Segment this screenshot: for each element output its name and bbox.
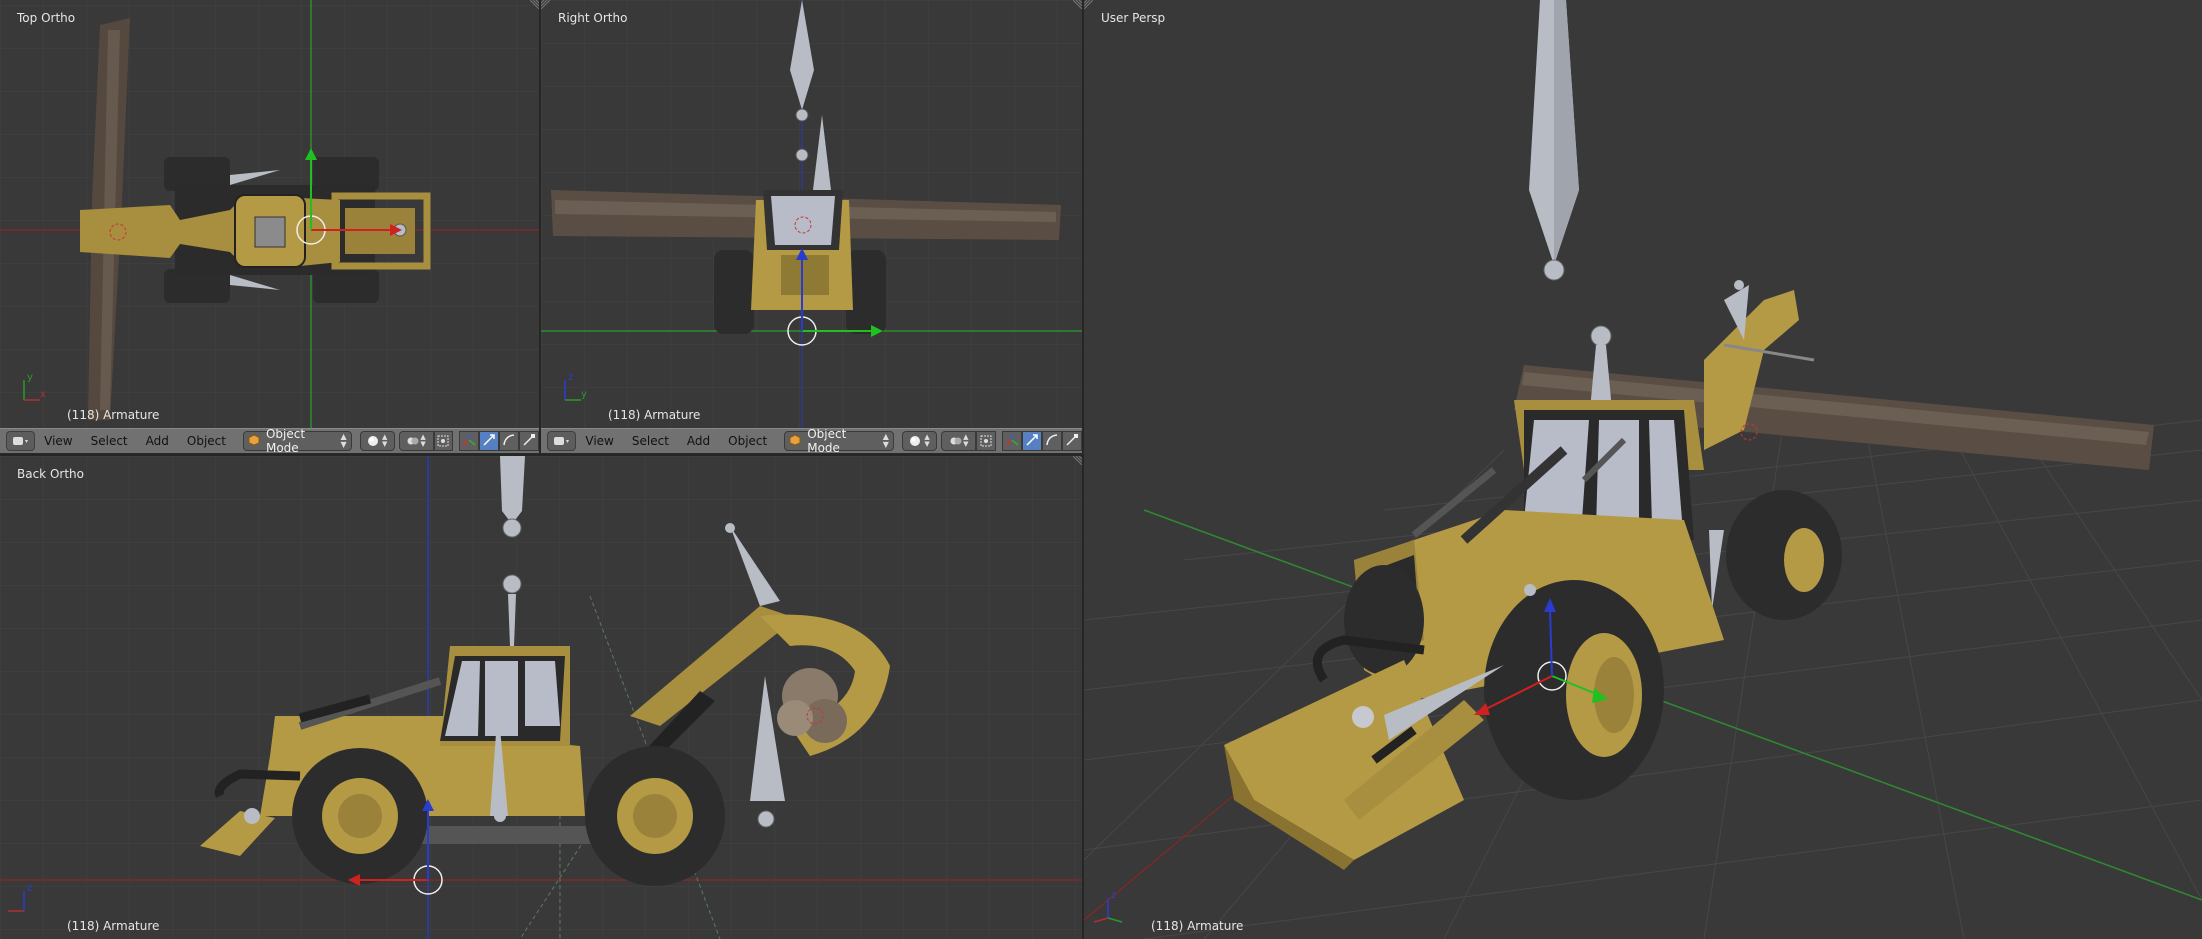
updown-icon: ▲ ▼: [924, 433, 930, 448]
editor-type-icon: [12, 432, 30, 451]
menu-add[interactable]: Add: [678, 431, 719, 451]
editor-type-button[interactable]: [6, 431, 36, 451]
rotate-icon: [502, 432, 516, 451]
svg-text:z: z: [27, 883, 32, 894]
editor-type-icon: [553, 432, 571, 451]
viewport-title: User Persp: [1101, 11, 1166, 25]
menu-select[interactable]: Select: [623, 431, 678, 451]
viewport-status: (118) Armature: [608, 408, 701, 422]
back-ortho-scene: z: [0, 456, 1082, 939]
object-mode-icon: [789, 433, 801, 449]
user-persp-scene: z: [1084, 0, 2202, 939]
viewport-title: Top Ortho: [17, 11, 76, 25]
viewport-user-persp[interactable]: z User Persp (118) Armature: [1084, 0, 2202, 939]
pivot-icon: [949, 432, 963, 451]
layer-select-icon: [980, 432, 992, 451]
pivot-icon: [406, 432, 420, 451]
split-corner-icon[interactable]: [1073, 0, 1082, 9]
viewport-back-ortho[interactable]: z Back Ortho (118) Armature: [0, 456, 1082, 939]
layer-select-button[interactable]: [433, 431, 453, 451]
viewport-status: (118) Armature: [67, 919, 160, 933]
menu-object[interactable]: Object: [719, 431, 776, 451]
rotate-toggle[interactable]: [498, 431, 519, 451]
manipulator-toggle[interactable]: [458, 431, 479, 451]
translate-icon: [1025, 432, 1039, 451]
viewport-shading-select[interactable]: ▲ ▼: [901, 431, 938, 451]
menu-select[interactable]: Select: [82, 431, 137, 451]
translate-toggle[interactable]: [478, 431, 499, 451]
scale-icon: [522, 432, 536, 451]
viewport-title: Right Ortho: [558, 11, 628, 25]
rotate-toggle[interactable]: [1042, 431, 1063, 451]
layer-select-icon: [437, 432, 449, 451]
updown-icon: ▲ ▼: [963, 433, 969, 448]
split-corner-icon[interactable]: [1084, 0, 1093, 9]
editor-type-button[interactable]: [547, 431, 577, 451]
viewport-right-ortho[interactable]: z y Right Ortho (118) Armature: [541, 0, 1082, 428]
svg-text:z: z: [1111, 890, 1116, 901]
manipulator-toggle[interactable]: [1002, 431, 1023, 451]
split-corner-icon[interactable]: [1073, 456, 1082, 465]
scale-icon: [1065, 432, 1079, 451]
right-ortho-scene: z y: [541, 0, 1082, 428]
mode-select[interactable]: Object Mode ▲ ▼: [784, 428, 894, 454]
right-ortho-header: View Select Add Object Object Mode ▲ ▼ ▲ ▼ …: [541, 428, 1082, 454]
area-divider-vertical[interactable]: [539, 0, 541, 454]
tire: [714, 250, 754, 334]
mode-select-label: Object Mode: [807, 428, 847, 454]
manipulator-axes-icon: [462, 432, 476, 451]
menu-object[interactable]: Object: [178, 431, 235, 451]
shading-sphere-icon: [367, 432, 379, 451]
viewport-shading-select[interactable]: ▲ ▼: [359, 431, 395, 451]
split-corner-icon[interactable]: [530, 0, 539, 9]
split-corner-icon[interactable]: [541, 0, 550, 9]
scale-toggle[interactable]: [1062, 431, 1082, 451]
updown-icon: ▲ ▼: [340, 432, 347, 449]
updown-icon: ▲ ▼: [381, 433, 388, 448]
viewport-status: (118) Armature: [1151, 919, 1244, 933]
layer-select-button[interactable]: [976, 431, 997, 451]
svg-text:x: x: [40, 389, 46, 400]
menu-view[interactable]: View: [35, 431, 81, 451]
mode-select[interactable]: Object Mode ▲ ▼: [242, 428, 352, 454]
top-ortho-header: View Select Add Object Object Mode ▲ ▼ ▲ ▼ …: [0, 428, 539, 454]
viewport-status: (118) Armature: [67, 408, 160, 422]
translate-icon: [482, 432, 496, 451]
scale-toggle[interactable]: [518, 431, 539, 451]
pivot-point-select[interactable]: ▲ ▼: [398, 431, 434, 451]
manipulator-axes-icon: [1005, 432, 1019, 451]
svg-text:y: y: [27, 372, 33, 383]
area-divider-horizontal[interactable]: [0, 454, 1082, 456]
object-mode-icon: [248, 433, 260, 449]
menu-add[interactable]: Add: [137, 431, 178, 451]
area-divider-vertical[interactable]: [1082, 0, 1084, 939]
updown-icon: ▲ ▼: [882, 432, 889, 449]
top-ortho-scene: y x: [0, 0, 539, 428]
viewport-title: Back Ortho: [17, 467, 84, 481]
svg-text:y: y: [581, 389, 587, 400]
shading-sphere-icon: [909, 432, 921, 451]
mode-select-label: Object Mode: [265, 428, 306, 454]
menu-view[interactable]: View: [576, 431, 622, 451]
svg-text:z: z: [568, 372, 573, 383]
viewport-top-ortho[interactable]: y x Top Ortho (118) Armature: [0, 0, 539, 428]
updown-icon: ▲ ▼: [420, 433, 426, 448]
pivot-point-select[interactable]: ▲ ▼: [941, 431, 977, 451]
translate-toggle[interactable]: [1022, 431, 1043, 451]
rotate-icon: [1045, 432, 1059, 451]
